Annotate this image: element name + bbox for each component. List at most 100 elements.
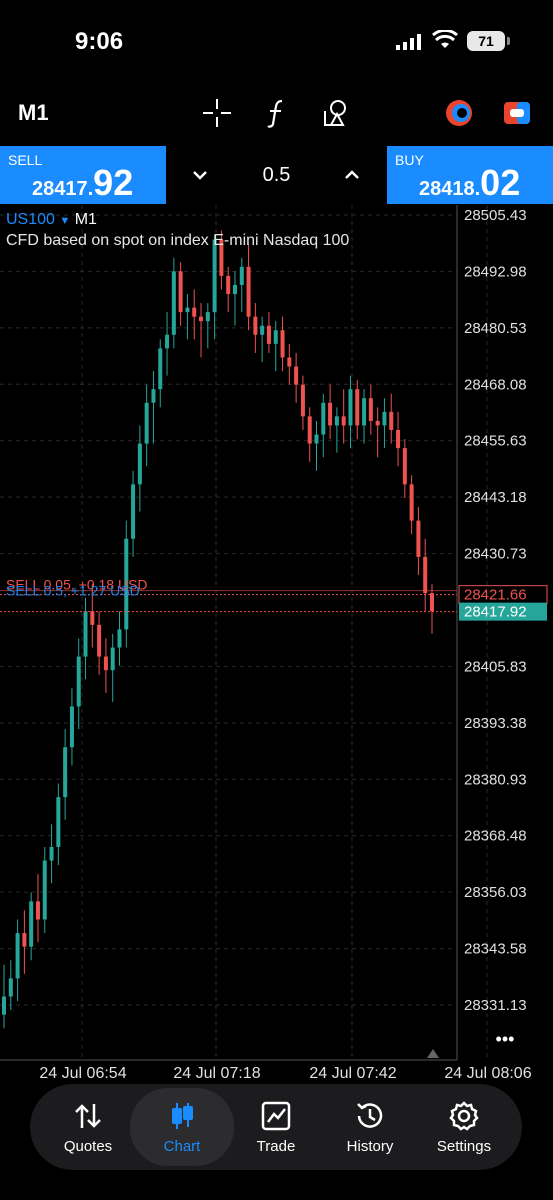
symbol-dropdown-icon: ▼ xyxy=(59,215,71,227)
candle-body xyxy=(300,384,305,417)
candle-body xyxy=(409,484,414,521)
candle-body xyxy=(29,901,34,947)
candle-body xyxy=(314,434,319,444)
y-tick-label: 28331.13 xyxy=(464,997,527,1014)
settings-gear-icon xyxy=(418,1100,510,1132)
candle-body xyxy=(294,366,299,385)
bid-price-tag-text: 28417.92 xyxy=(464,604,527,621)
candle-body xyxy=(341,416,346,426)
chart-scroll-triangle-icon[interactable] xyxy=(427,1049,439,1058)
candle-body xyxy=(90,611,95,625)
candle-body xyxy=(321,402,326,435)
objects-icon[interactable] xyxy=(318,96,352,130)
nav-history[interactable]: History xyxy=(324,1084,416,1170)
candle-body xyxy=(389,411,394,430)
ask-price-tag-text: 28421.66 xyxy=(464,587,527,604)
candle-body xyxy=(56,797,61,847)
candle-body xyxy=(2,996,6,1015)
y-tick-label: 28468.08 xyxy=(464,376,527,393)
indicators-icon[interactable] xyxy=(260,96,294,130)
candle-body xyxy=(185,307,190,313)
trade-chart-icon xyxy=(230,1100,322,1132)
one-click-trading-icon[interactable] xyxy=(500,96,534,130)
candle-body xyxy=(165,334,170,349)
candle-body xyxy=(368,398,373,421)
wifi-icon xyxy=(432,30,458,48)
candle-body xyxy=(260,325,265,335)
chart-more-icon[interactable]: ••• xyxy=(496,1029,515,1049)
candle-body xyxy=(83,611,88,657)
x-tick-label: 24 Jul 07:42 xyxy=(309,1065,396,1082)
candle-body xyxy=(246,266,251,317)
candle-body xyxy=(396,429,401,449)
nav-chart-label: Chart xyxy=(163,1138,201,1155)
candle-body xyxy=(423,556,428,594)
history-clock-icon xyxy=(324,1100,416,1132)
candle-body xyxy=(362,398,367,426)
buy-price-pips: 02 xyxy=(480,162,521,203)
buy-price: 28418.02 xyxy=(419,162,520,204)
candle-body xyxy=(192,307,197,317)
nav-settings[interactable]: Settings xyxy=(418,1084,510,1170)
status-bar: 9:06 71 xyxy=(0,0,553,80)
y-tick-label: 28393.38 xyxy=(464,715,527,732)
candle-body xyxy=(117,629,122,648)
price-chart[interactable]: SELL 0.05, +0.18 USDSELL 0.5, +1.27 USD 2… xyxy=(0,205,553,1085)
candle-body xyxy=(212,239,217,313)
position-label-2: SELL 0.5, +1.27 USD xyxy=(6,583,140,599)
battery-level: 71 xyxy=(467,31,505,51)
sell-price: 28417.92 xyxy=(32,162,133,204)
y-tick-label: 28480.53 xyxy=(464,320,527,337)
crosshair-icon[interactable] xyxy=(200,96,234,130)
sell-button[interactable]: SELL 28417.92 xyxy=(0,146,166,204)
candle-body xyxy=(97,624,102,657)
candle-body xyxy=(131,484,136,539)
candle-body xyxy=(69,706,74,748)
x-tick-label: 24 Jul 06:54 xyxy=(39,1065,126,1082)
candle-body xyxy=(137,443,142,485)
candle-body xyxy=(110,647,115,671)
cellular-signal-icon xyxy=(396,34,421,50)
y-tick-label: 28343.58 xyxy=(464,941,527,958)
candle-body xyxy=(35,901,40,920)
sell-price-main: 28417. xyxy=(32,178,94,200)
status-time: 9:06 xyxy=(75,28,124,55)
chart-symbol[interactable]: US100 ▼ M1 xyxy=(6,211,97,229)
x-tick-label: 24 Jul 07:18 xyxy=(173,1065,260,1082)
candle-body xyxy=(416,520,421,557)
candle-body xyxy=(226,275,231,294)
symbol-timeframe: M1 xyxy=(74,211,97,228)
candle-body xyxy=(76,656,81,707)
candle-body xyxy=(199,316,204,322)
nav-trade-label: Trade xyxy=(256,1138,296,1155)
symbol-description: CFD based on spot on index E-mini Nasdaq… xyxy=(6,232,350,249)
nav-chart[interactable]: Chart xyxy=(130,1088,234,1166)
candle-body xyxy=(232,284,237,294)
nav-quotes[interactable]: Quotes xyxy=(42,1084,134,1170)
candle-body xyxy=(63,747,68,798)
battery-tip xyxy=(507,37,510,45)
nav-history-label: History xyxy=(346,1138,394,1155)
candle-body xyxy=(307,416,312,444)
timeframe-button[interactable]: M1 xyxy=(18,100,49,126)
x-tick-label: 24 Jul 08:06 xyxy=(444,1065,531,1082)
buy-button[interactable]: BUY 28418.02 xyxy=(387,146,553,204)
candle-body xyxy=(171,271,176,335)
y-tick-label: 28356.03 xyxy=(464,884,527,901)
quotes-arrows-icon xyxy=(42,1100,134,1132)
candle-body xyxy=(239,266,244,285)
candle-body xyxy=(15,933,20,979)
candle-body xyxy=(328,402,333,426)
volume-increase-chevron-up-icon[interactable] xyxy=(337,160,367,190)
candle-body xyxy=(22,933,27,947)
candle-body xyxy=(158,348,163,390)
candle-body xyxy=(334,416,339,426)
symbol-name: US100 xyxy=(6,211,55,228)
nav-trade[interactable]: Trade xyxy=(230,1084,322,1170)
trading-signals-icon[interactable] xyxy=(442,96,476,130)
candle-body xyxy=(402,448,407,485)
nav-settings-label: Settings xyxy=(436,1138,492,1155)
candle-body xyxy=(8,978,13,997)
candle-body xyxy=(348,389,353,426)
nav-quotes-label: Quotes xyxy=(63,1138,113,1155)
